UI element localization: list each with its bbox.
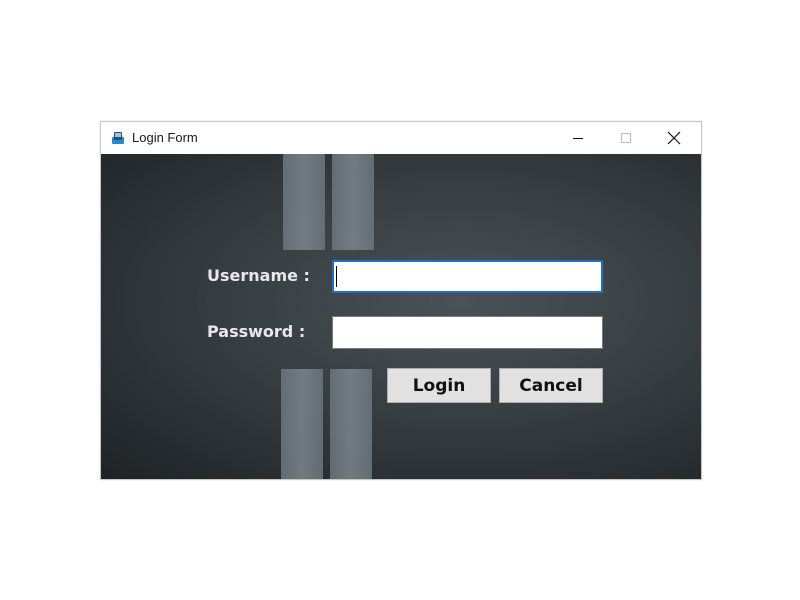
title-bar[interactable]: Login Form: [101, 122, 701, 154]
minimize-button[interactable]: [555, 122, 601, 154]
maximize-icon: [621, 133, 631, 143]
decorative-stripe: [332, 154, 374, 250]
password-input[interactable]: [332, 316, 603, 349]
text-caret: [336, 266, 337, 287]
password-label: Password :: [207, 322, 306, 341]
username-label: Username :: [207, 266, 310, 285]
login-form-window: Login Form Username : Password : Login C…: [100, 121, 702, 480]
minimize-icon: [573, 138, 583, 139]
close-button[interactable]: [651, 122, 697, 154]
app-icon: [112, 132, 124, 144]
username-input[interactable]: [332, 260, 603, 293]
cancel-button[interactable]: Cancel: [499, 368, 603, 403]
form-background: Username : Password : Login Cancel: [101, 154, 701, 479]
login-button[interactable]: Login: [387, 368, 491, 403]
decorative-stripe: [283, 154, 325, 250]
maximize-button[interactable]: [603, 122, 649, 154]
close-icon: [667, 131, 681, 145]
window-title: Login Form: [132, 130, 198, 145]
decorative-stripe: [281, 369, 323, 479]
decorative-stripe: [330, 369, 372, 479]
